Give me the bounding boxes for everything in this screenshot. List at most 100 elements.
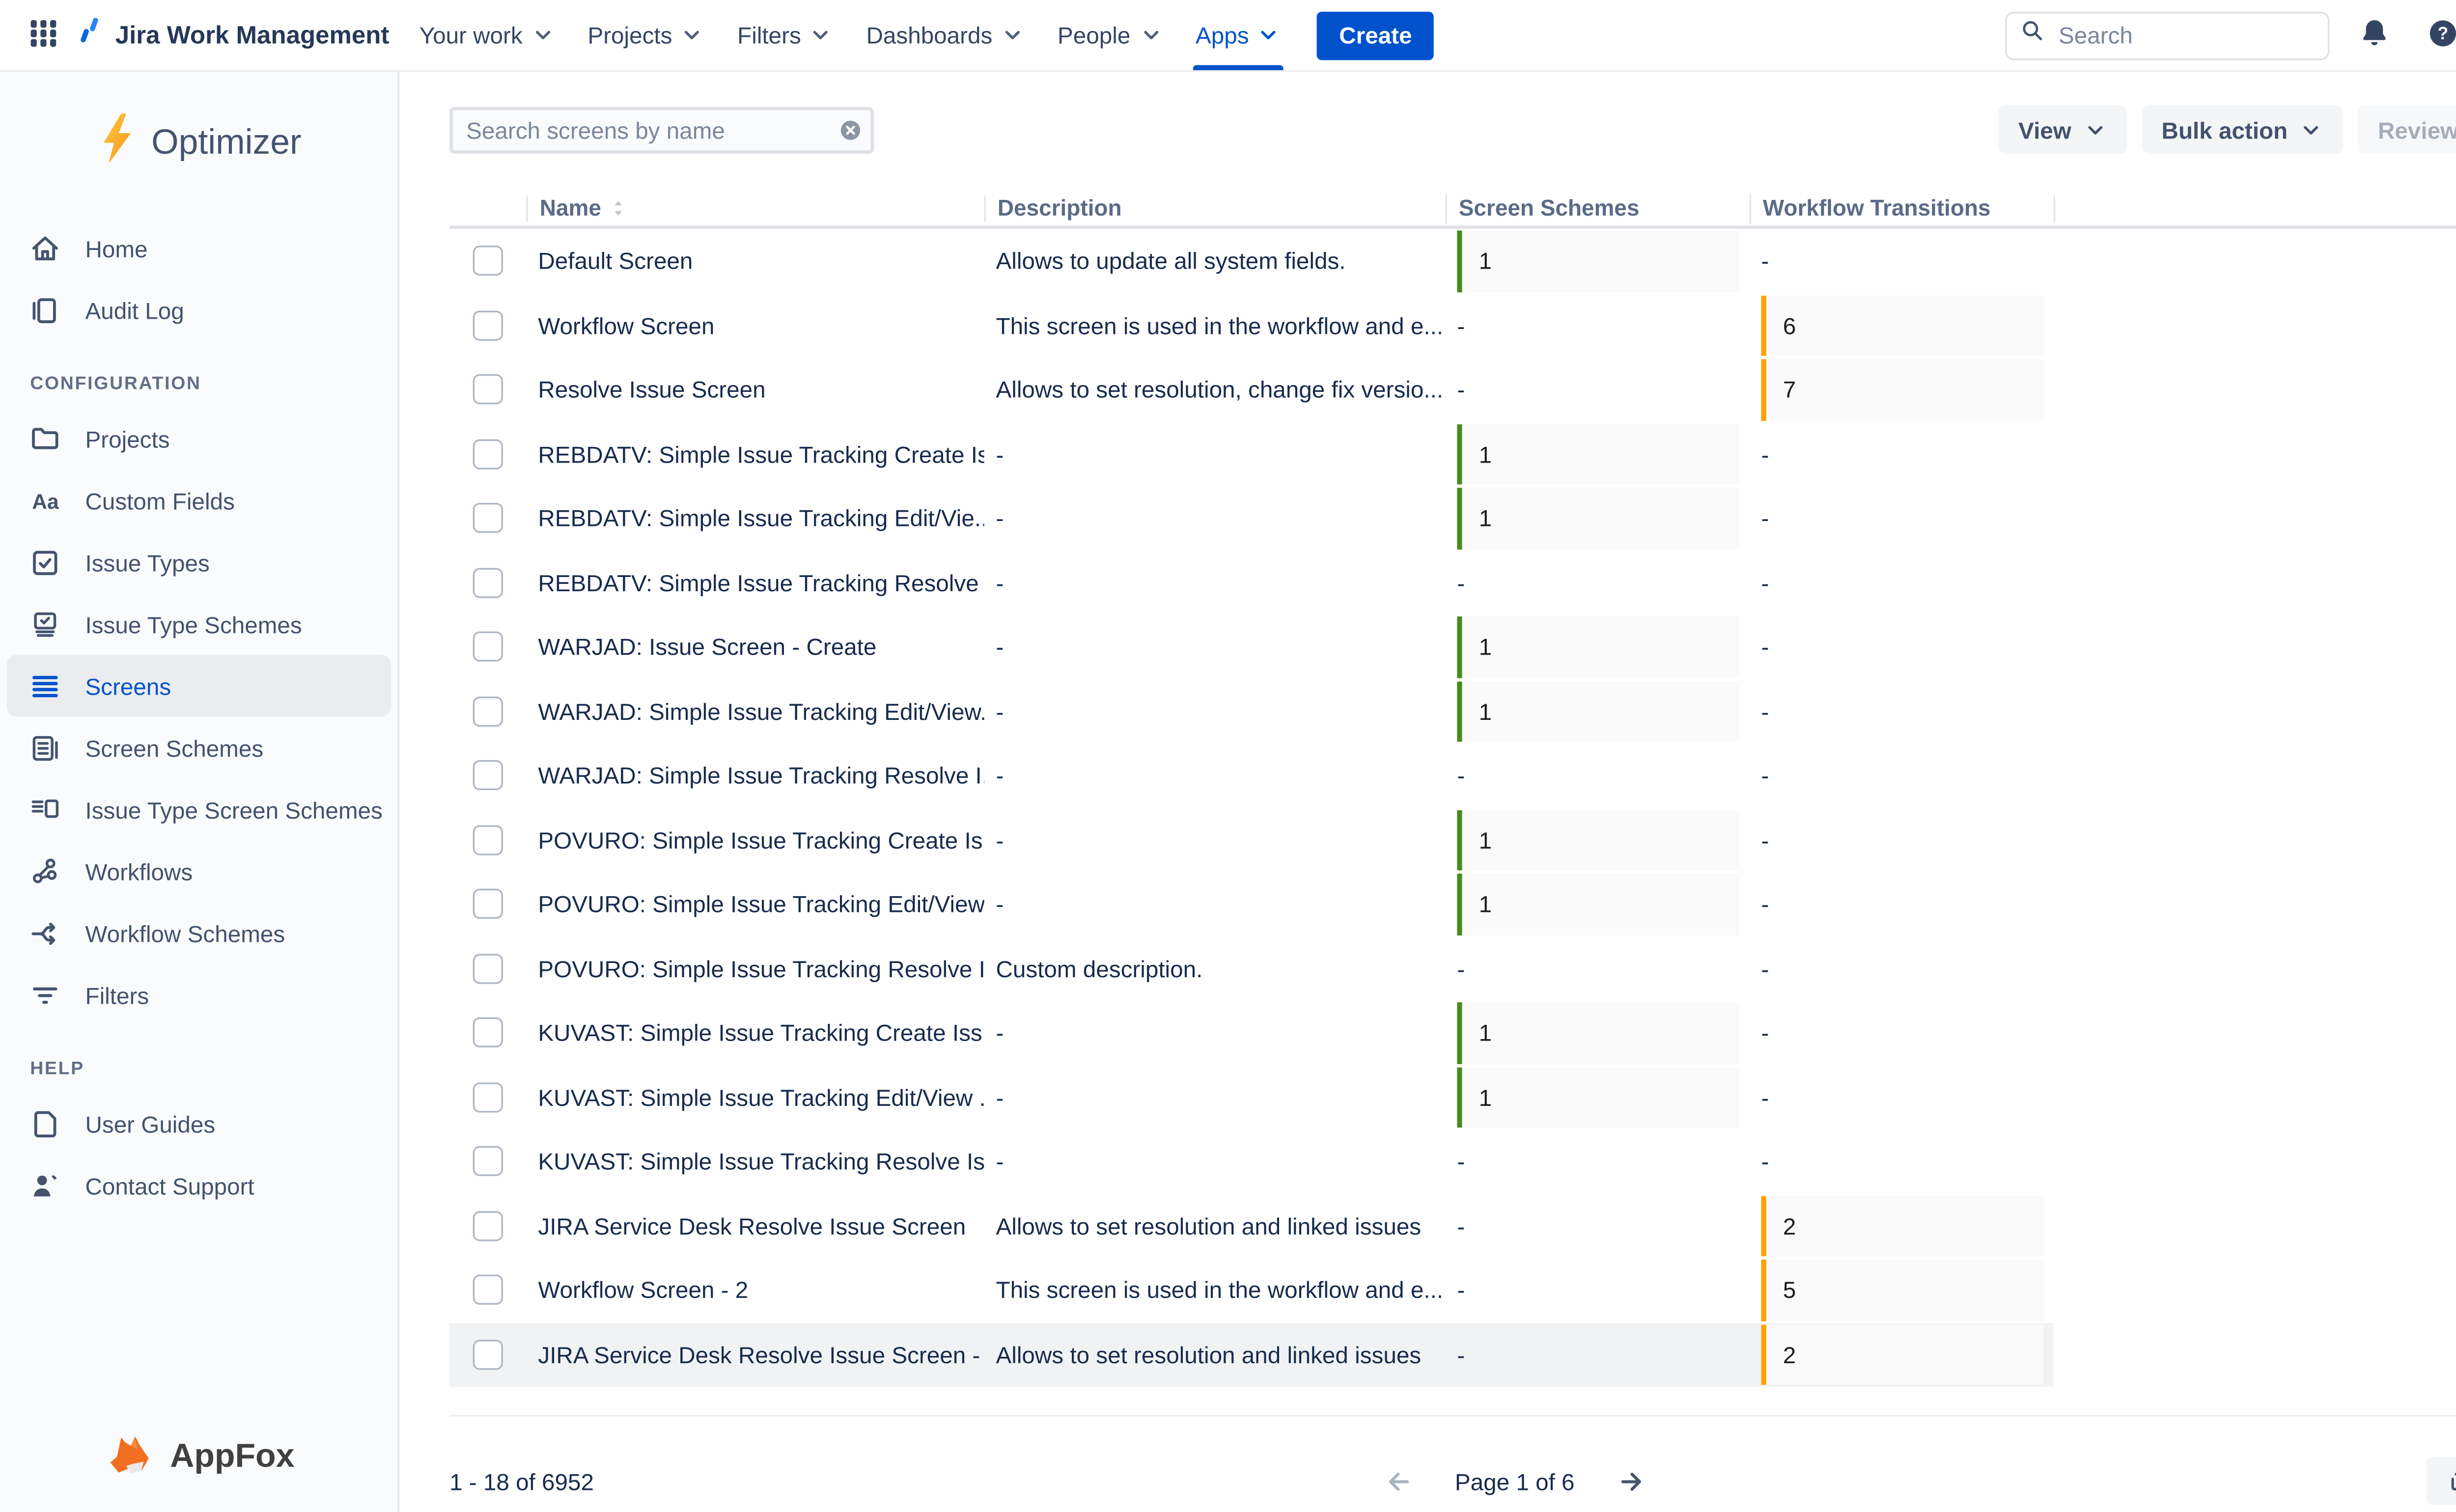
sidebar-item-screens[interactable]: Screens (7, 655, 391, 717)
sidebar-item-projects[interactable]: Projects (7, 408, 391, 469)
clear-search-icon[interactable] (839, 118, 863, 141)
app-switcher-button[interactable] (20, 12, 67, 58)
row-checkbox[interactable] (473, 439, 503, 469)
row-checkbox[interactable] (473, 310, 503, 340)
cell-description: This screen is used in the workflow and … (984, 293, 1446, 357)
cell-name[interactable]: Resolve Issue Screen (527, 357, 984, 422)
sidebar-item-workflow-schemes[interactable]: Workflow Schemes (7, 902, 391, 964)
row-checkbox[interactable] (473, 1339, 503, 1369)
row-checkbox[interactable] (473, 568, 503, 598)
help-button[interactable]: ? (2420, 12, 2456, 58)
table-row: REBDATV: Simple Issue Tracking Edit/Vie.… (449, 486, 2456, 550)
row-checkbox[interactable] (473, 246, 503, 276)
cell-screen-schemes: - (1446, 936, 1750, 1001)
row-checkbox[interactable] (473, 1210, 503, 1240)
cell-description: Allows to set resolution and linked issu… (984, 1194, 1446, 1258)
chevron-down-icon (680, 24, 704, 47)
cell-description: - (984, 550, 1446, 615)
row-checkbox[interactable] (473, 1275, 503, 1305)
row-checkbox[interactable] (473, 825, 503, 855)
notifications-button[interactable] (2351, 12, 2398, 58)
bulk-action-button[interactable]: Bulk action (2142, 105, 2343, 154)
next-page-button[interactable] (1615, 1464, 1648, 1498)
cell-name[interactable]: KUVAST: Simple Issue Tracking Create Iss… (527, 1001, 984, 1065)
nav-item-projects[interactable]: Projects (571, 0, 721, 70)
column-header-name[interactable]: Name (527, 194, 984, 221)
sidebar-item-contact-support[interactable]: Contact Support (7, 1155, 391, 1216)
row-checkbox[interactable] (473, 375, 503, 405)
product-logo[interactable]: Jira Work Management (74, 15, 390, 55)
view-button[interactable]: View (1998, 105, 2126, 154)
result-range-label: 1 - 18 of 6952 (449, 1467, 594, 1494)
nav-item-filters[interactable]: Filters (721, 0, 849, 70)
column-header-description[interactable]: Description (984, 194, 1446, 221)
row-checkbox[interactable] (473, 1146, 503, 1176)
cell-workflow-transitions: - (1750, 1001, 2054, 1065)
cell-description: - (984, 486, 1446, 550)
cell-name[interactable]: Workflow Screen - 2 (527, 1258, 984, 1322)
global-search[interactable] (2005, 11, 2329, 59)
cell-screen-schemes: 1 (1446, 808, 1750, 872)
sidebar-item-home[interactable]: Home (7, 217, 391, 279)
cell-description: - (984, 1065, 1446, 1129)
prev-page-button[interactable] (1381, 1464, 1415, 1498)
sidebar-item-workflows[interactable]: Workflows (7, 840, 391, 902)
global-search-input[interactable] (2055, 20, 2314, 50)
cell-description: - (984, 1001, 1446, 1065)
cell-name[interactable]: JIRA Service Desk Resolve Issue Screen (527, 1194, 984, 1258)
cell-name[interactable]: WARJAD: Simple Issue Tracking Edit/View.… (527, 679, 984, 743)
issue-type-schemes-icon (28, 607, 62, 641)
sidebar-item-issue-types[interactable]: Issue Types (7, 531, 391, 593)
folder-icon (28, 422, 62, 455)
chevron-down-icon (1257, 24, 1281, 47)
cell-name[interactable]: REBDATV: Simple Issue Tracking Edit/Vie.… (527, 486, 984, 550)
row-checkbox[interactable] (473, 1018, 503, 1048)
sidebar-item-screen-schemes[interactable]: Screen Schemes (7, 716, 391, 778)
cell-name[interactable]: KUVAST: Simple Issue Tracking Edit/View … (527, 1065, 984, 1129)
create-button[interactable]: Create (1317, 11, 1434, 59)
row-checkbox[interactable] (473, 761, 503, 791)
home-icon (28, 231, 62, 265)
cell-name[interactable]: Workflow Screen (527, 293, 984, 357)
contact-support-icon (28, 1169, 62, 1202)
cell-name[interactable]: REBDATV: Simple Issue Tracking Create Is… (527, 422, 984, 486)
cell-name[interactable]: POVURO: Simple Issue Tracking Edit/View.… (527, 872, 984, 936)
cell-name[interactable]: JIRA Service Desk Resolve Issue Screen -… (527, 1322, 984, 1387)
cell-workflow-transitions: - (1750, 872, 2054, 936)
sidebar-item-issue-type-screen-schemes[interactable]: Issue Type Screen Schemes (7, 778, 391, 840)
column-header-screen-schemes[interactable]: Screen Schemes (1446, 193, 1750, 223)
chevron-down-icon (809, 24, 833, 47)
sidebar-item-issue-type-schemes[interactable]: Issue Type Schemes (7, 593, 391, 655)
sidebar-item-user-guides[interactable]: User Guides (7, 1093, 391, 1155)
cell-name[interactable]: WARJAD: Simple Issue Tracking Resolve I.… (527, 743, 984, 808)
cell-name[interactable]: WARJAD: Issue Screen - Create (527, 615, 984, 679)
column-header-workflow-transitions[interactable]: Workflow Transitions (1750, 193, 2054, 223)
row-checkbox[interactable] (473, 503, 503, 533)
cell-description: - (984, 872, 1446, 936)
nav-item-your-work[interactable]: Your work (403, 0, 571, 70)
cell-name[interactable]: Default Screen (527, 229, 984, 293)
nav-item-dashboards[interactable]: Dashboards (849, 0, 1041, 70)
export-button[interactable]: Export (2426, 1457, 2456, 1505)
review-changes-button[interactable]: Review changes (2358, 105, 2456, 154)
nav-item-apps[interactable]: Apps (1179, 0, 1297, 70)
cell-name[interactable]: KUVAST: Simple Issue Tracking Resolve Is… (527, 1129, 984, 1194)
cell-workflow-transitions: 2 (1750, 1194, 2054, 1258)
screens-search-input[interactable] (449, 106, 874, 153)
cell-name[interactable]: POVURO: Simple Issue Tracking Create Is.… (527, 808, 984, 872)
row-checkbox[interactable] (473, 1082, 503, 1112)
row-checkbox[interactable] (473, 632, 503, 662)
sidebar-item-filters[interactable]: Filters (7, 964, 391, 1026)
bell-icon (2358, 16, 2391, 54)
sidebar-item-audit-log[interactable]: Audit Log (7, 279, 391, 341)
cell-name[interactable]: POVURO: Simple Issue Tracking Resolve I.… (527, 936, 984, 1001)
table-row: Resolve Issue Screen Allows to set resol… (449, 357, 2456, 422)
cell-screen-schemes: 1 (1446, 422, 1750, 486)
cell-name[interactable]: REBDATV: Simple Issue Tracking Resolve I… (527, 550, 984, 615)
cell-screen-schemes: - (1446, 293, 1750, 357)
row-checkbox[interactable] (473, 696, 503, 726)
sidebar-item-custom-fields[interactable]: AaCustom Fields (7, 469, 391, 531)
nav-item-people[interactable]: People (1041, 0, 1179, 70)
row-checkbox[interactable] (473, 954, 503, 984)
row-checkbox[interactable] (473, 889, 503, 919)
